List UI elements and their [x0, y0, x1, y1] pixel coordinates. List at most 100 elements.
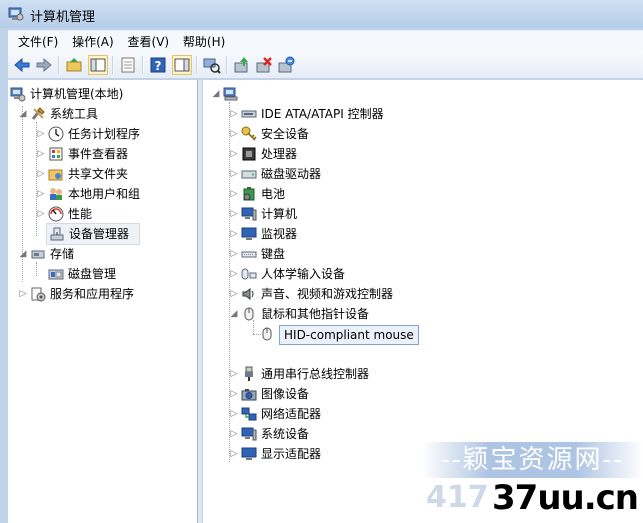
camera-icon — [241, 386, 257, 402]
device-category-label: 人体学输入设备 — [261, 267, 346, 281]
menu-file[interactable]: 文件(F) — [18, 31, 58, 53]
help-button[interactable]: ? — [148, 55, 168, 75]
uninstall-button[interactable] — [254, 55, 274, 75]
device-category-usb[interactable]: ▷ 通用串行总线控制器 — [229, 364, 529, 384]
tree-item-label: 磁盘管理 — [68, 267, 117, 281]
tree-item-disk-management[interactable]: 磁盘管理 — [36, 264, 194, 284]
disk-management-icon — [48, 266, 64, 282]
tree-arrow[interactable]: ◢ — [18, 244, 28, 264]
tree-item-event-viewer[interactable]: ▷ 事件查看器 — [36, 144, 194, 164]
tree-arrow[interactable]: ▷ — [36, 184, 46, 204]
tree-arrow[interactable]: ▷ — [36, 164, 46, 184]
properties-button[interactable] — [118, 55, 138, 75]
up-level-button[interactable] — [64, 55, 84, 75]
scan-hardware-button[interactable] — [202, 55, 222, 75]
device-category-sound[interactable]: ▷ 声音、视频和游戏控制器 — [229, 284, 529, 304]
forward-button[interactable] — [34, 55, 54, 75]
device-root[interactable]: ◢ — [211, 84, 251, 104]
tree-item-local-users[interactable]: ▷ 本地用户和组 — [36, 184, 194, 204]
device-category-monitors[interactable]: ▷ 监视器 — [229, 224, 529, 244]
device-category-imaging[interactable]: ▷ 图像设备 — [229, 384, 529, 404]
tree-item-device-manager[interactable]: 设备管理器 — [46, 223, 140, 245]
tree-arrow[interactable]: ▷ — [229, 444, 239, 464]
pane-splitter[interactable] — [198, 80, 202, 523]
tree-arrow[interactable]: ▷ — [229, 124, 239, 144]
mouse-icon — [241, 306, 257, 322]
tree-arrow[interactable]: ▷ — [229, 184, 239, 204]
update-driver-button[interactable] — [232, 55, 252, 75]
device-category-keyboards[interactable]: ▷ 键盘 — [229, 244, 529, 264]
device-category-label: 鼠标和其他指针设备 — [261, 307, 370, 321]
battery-icon — [241, 186, 257, 202]
device-category-label: 网络适配器 — [261, 407, 322, 421]
tree-arrow[interactable]: ▷ — [18, 284, 28, 304]
tree-arrow[interactable]: ▷ — [36, 124, 46, 144]
tree-arrow[interactable]: ▷ — [229, 104, 239, 124]
device-category-security[interactable]: ▷ 安全设备 — [229, 124, 529, 144]
tree-arrow[interactable]: ◢ — [229, 304, 239, 324]
tree-item-label: 事件查看器 — [68, 147, 129, 161]
device-category-ide[interactable]: ▷ IDE ATA/ATAPI 控制器 — [229, 104, 529, 124]
device-category-label: 处理器 — [261, 147, 298, 161]
menu-action[interactable]: 操作(A) — [72, 31, 114, 53]
device-list-pane[interactable]: ◢ ▷ IDE ATA/ATAPI 控制器 ▷ 安全设备 ▷ 处理器 ▷ 磁盘驱… — [203, 80, 643, 523]
tree-arrow[interactable]: ▷ — [229, 284, 239, 304]
disable-device-icon — [278, 56, 295, 73]
window-title: 计算机管理 — [30, 10, 96, 25]
device-category-display[interactable]: ▷ 显示适配器 — [229, 444, 529, 464]
tree-arrow[interactable]: ▷ — [229, 384, 239, 404]
device-category-label: 安全设备 — [261, 127, 310, 141]
disable-device-button[interactable] — [276, 55, 296, 75]
device-category-battery[interactable]: ▷ 电池 — [229, 184, 529, 204]
tree-arrow[interactable]: ▷ — [229, 204, 239, 224]
computer-management-icon — [10, 86, 26, 102]
tree-item-computer-management[interactable]: 计算机管理(本地) — [10, 84, 195, 104]
action-pane-button[interactable] — [172, 55, 192, 75]
tree-arrow[interactable]: ▷ — [229, 164, 239, 184]
tree-arrow[interactable]: ▷ — [36, 204, 46, 224]
title-bar: 计算机管理 — [0, 0, 643, 28]
tree-arrow[interactable]: ▷ — [229, 144, 239, 164]
mouse-icon — [259, 326, 275, 342]
tree-arrow[interactable]: ▷ — [229, 424, 239, 444]
device-category-hid[interactable]: ▷ 人体学输入设备 — [229, 264, 529, 284]
device-category-label: 监视器 — [261, 227, 298, 241]
menu-view[interactable]: 查看(V) — [128, 31, 170, 53]
tree-arrow[interactable]: ▷ — [229, 404, 239, 424]
tree-arrow[interactable]: ▷ — [229, 264, 239, 284]
device-category-label: 图像设备 — [261, 387, 310, 401]
tree-item-task-scheduler[interactable]: ▷ 任务计划程序 — [36, 124, 194, 144]
clock-icon — [48, 126, 64, 142]
back-button[interactable] — [12, 55, 32, 75]
device-category-computer[interactable]: ▷ 计算机 — [229, 204, 529, 224]
tree-arrow[interactable]: ▷ — [229, 364, 239, 384]
tree-arrow[interactable]: ▷ — [229, 244, 239, 264]
tree-item-services-applications[interactable]: ▷ 服务和应用程序 — [18, 284, 193, 304]
tree-item-storage[interactable]: ◢ 存储 — [18, 244, 193, 264]
tree-item-performance[interactable]: ▷ 性能 — [36, 204, 194, 224]
tree-arrow[interactable]: ◢ — [211, 84, 221, 104]
tree-item-system-tools[interactable]: ◢ 系统工具 — [18, 104, 193, 124]
tree-item-shared-folders[interactable]: ▷ 共享文件夹 — [36, 164, 194, 184]
services-icon — [30, 286, 46, 302]
tree-item-label: 系统工具 — [50, 107, 99, 121]
console-tree-pane[interactable]: 计算机管理(本地) ◢ 系统工具 ▷ 任务计划程序 ▷ 事件查看器 ▷ 共享文件… — [8, 80, 198, 523]
tree-item-label: 本地用户和组 — [68, 187, 141, 201]
device-category-network[interactable]: ▷ 网络适配器 — [229, 404, 529, 424]
device-category-mice[interactable]: ◢ 鼠标和其他指针设备 — [229, 304, 529, 324]
shared-folder-icon — [48, 166, 64, 182]
key-icon — [241, 126, 257, 142]
device-hid-compliant-mouse[interactable]: HID-compliant mouse — [247, 324, 467, 345]
system-device-icon — [241, 426, 257, 442]
tree-arrow[interactable]: ▷ — [229, 224, 239, 244]
device-category-label: 计算机 — [261, 207, 298, 221]
show-hide-tree-button[interactable] — [88, 55, 108, 75]
tree-arrow[interactable]: ▷ — [36, 144, 46, 164]
device-category-system[interactable]: ▷ 系统设备 — [229, 424, 529, 444]
menu-help[interactable]: 帮助(H) — [183, 31, 225, 53]
display-adapter-icon — [241, 446, 257, 462]
device-category-disk-drives[interactable]: ▷ 磁盘驱动器 — [229, 164, 529, 184]
computer-root-icon — [223, 86, 239, 102]
tree-arrow[interactable]: ◢ — [18, 104, 28, 124]
device-category-processor[interactable]: ▷ 处理器 — [229, 144, 529, 164]
